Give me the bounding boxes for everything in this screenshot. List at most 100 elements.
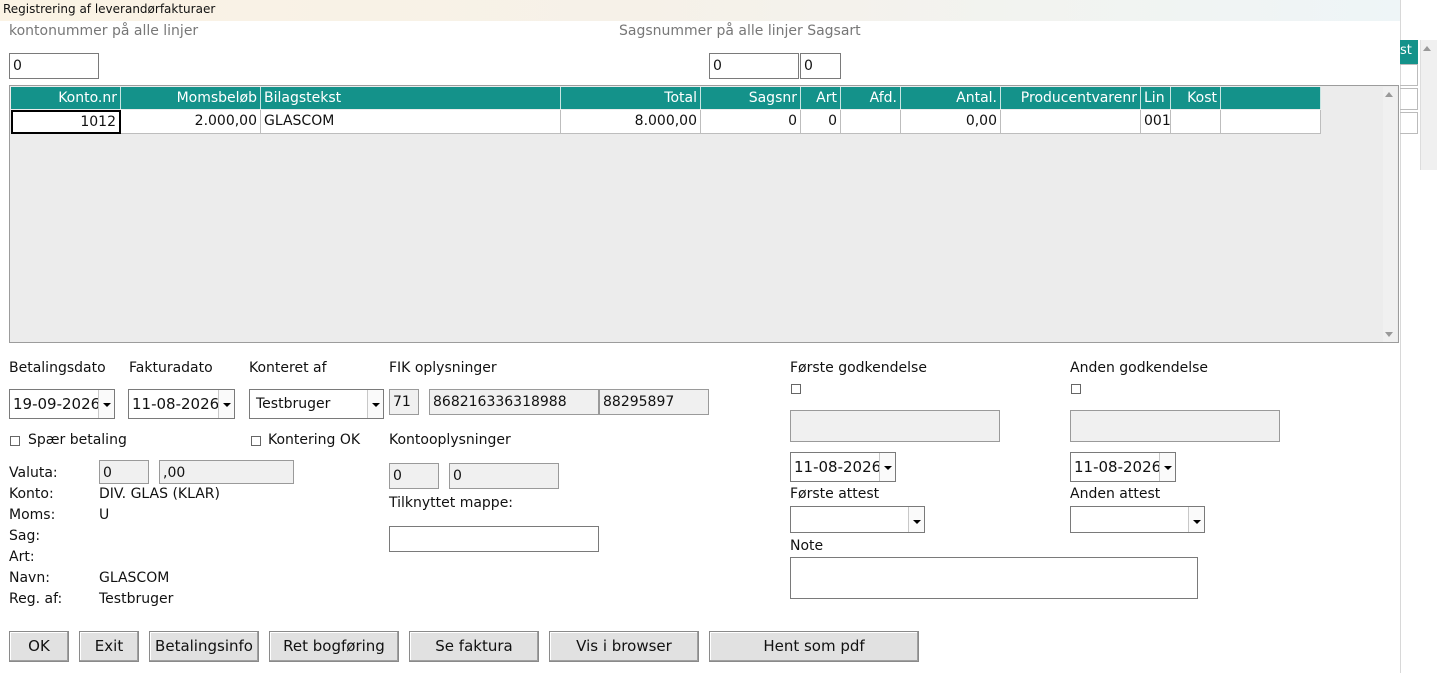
- moms-label: Moms:: [9, 507, 56, 523]
- tilknyttet-mappe-input[interactable]: [389, 526, 599, 552]
- window-title: Registrering af leverandørfakturaer: [0, 0, 1400, 21]
- col-lin[interactable]: Lin: [1141, 87, 1171, 109]
- cell-art[interactable]: 0: [801, 110, 841, 134]
- col-total[interactable]: Total: [561, 87, 701, 109]
- fakturadato-value: 11-08-2026: [132, 395, 220, 413]
- fik-number-field[interactable]: 868216336318988: [429, 389, 599, 415]
- note-input[interactable]: [790, 557, 1198, 599]
- fakturadato-picker[interactable]: 11-08-2026: [128, 389, 235, 419]
- art-label: Art:: [9, 549, 35, 565]
- valuta-label: Valuta:: [9, 465, 58, 481]
- grid-scrollbar[interactable]: [1383, 87, 1397, 342]
- foerste-date-value: 11-08-2026: [794, 458, 882, 476]
- kontonummer-input[interactable]: 0: [9, 53, 99, 79]
- sagsnummer-input[interactable]: 0: [709, 53, 799, 79]
- vis-i-browser-button[interactable]: Vis i browser: [549, 631, 699, 662]
- anden-date-picker[interactable]: 11-08-2026: [1070, 452, 1176, 482]
- col-antal[interactable]: Antal.: [901, 87, 1001, 109]
- cell-bilagstekst[interactable]: GLASCOM: [261, 110, 561, 134]
- cell-lin[interactable]: 001: [1141, 110, 1171, 134]
- invoice-lines-grid[interactable]: Konto.nr Momsbeløb Bilagstekst Total Sag…: [9, 85, 1399, 343]
- kontonummer-label: kontonummer på alle linjer: [9, 23, 199, 39]
- sagsnummer-label-text: Sagsnummer på alle linjer: [619, 23, 803, 39]
- cell-extra[interactable]: [1221, 110, 1321, 134]
- col-sagsnr[interactable]: Sagsnr: [701, 87, 801, 109]
- konteret-af-select[interactable]: Testbruger: [249, 389, 384, 419]
- tilknyttet-label: Tilknyttet mappe:: [389, 495, 514, 511]
- chevron-down-icon[interactable]: [98, 390, 114, 418]
- konteret-af-label: Konteret af: [249, 360, 327, 376]
- sagsart-label-text: Sagsart: [807, 23, 861, 39]
- fakturadato-label: Fakturadato: [129, 360, 213, 376]
- spaer-betaling-label: Spær betaling: [28, 432, 127, 448]
- cell-moms[interactable]: 2.000,00: [121, 110, 261, 134]
- chevron-down-icon[interactable]: [1159, 453, 1175, 481]
- valuta-rate-field[interactable]: ,00: [159, 460, 294, 484]
- chevron-down-icon[interactable]: [367, 390, 383, 418]
- col-bilagstekst[interactable]: Bilagstekst: [261, 87, 561, 109]
- col-konto[interactable]: Konto.nr: [11, 87, 121, 109]
- fik-code-field[interactable]: 71: [389, 389, 419, 415]
- cell-afd[interactable]: [841, 110, 901, 134]
- navn-label: Navn:: [9, 570, 50, 586]
- cell-kost[interactable]: [1171, 110, 1221, 134]
- cell-antal[interactable]: 0,00: [901, 110, 1001, 134]
- cell-sagsnr[interactable]: 0: [701, 110, 801, 134]
- col-afd[interactable]: Afd.: [841, 87, 901, 109]
- cell-producentvarenr[interactable]: [1001, 110, 1141, 134]
- foerste-godkendelse-label: Første godkendelse: [790, 360, 927, 376]
- spaer-betaling-checkbox[interactable]: [10, 436, 20, 446]
- col-kost[interactable]: Kost: [1171, 87, 1221, 109]
- table-row[interactable]: 1012 2.000,00 GLASCOM 8.000,00 0 0 0,00 …: [11, 110, 1321, 134]
- kontering-ok-label: Kontering OK: [268, 432, 361, 448]
- col-empty[interactable]: [1221, 87, 1321, 109]
- col-moms[interactable]: Momsbeløb: [121, 87, 261, 109]
- kontoopl-field-1[interactable]: 0: [389, 463, 439, 489]
- exit-button[interactable]: Exit: [79, 631, 139, 662]
- ok-button[interactable]: OK: [9, 631, 69, 662]
- col-art[interactable]: Art: [801, 87, 841, 109]
- chevron-down-icon[interactable]: [218, 390, 234, 418]
- fik-label: FIK oplysninger: [389, 360, 497, 376]
- konto-value: DIV. GLAS (KLAR): [99, 486, 220, 502]
- betalingsdato-label: Betalingsdato: [9, 360, 106, 376]
- cell-total[interactable]: 8.000,00: [561, 110, 701, 134]
- anden-godkendelse-field[interactable]: [1070, 410, 1280, 442]
- sagsart-input[interactable]: 0: [800, 53, 841, 79]
- anden-godkendelse-checkbox[interactable]: [1071, 384, 1081, 394]
- kontooplysninger-label: Kontooplysninger: [389, 432, 511, 448]
- valuta-code-field[interactable]: 0: [99, 460, 149, 484]
- regaf-value: Testbruger: [99, 591, 174, 607]
- anden-attest-select[interactable]: [1070, 506, 1205, 533]
- ret-bogfoering-button[interactable]: Ret bogføring: [269, 631, 399, 662]
- foerste-godkendelse-checkbox[interactable]: [791, 384, 801, 394]
- chevron-down-icon[interactable]: [908, 507, 924, 532]
- sagsnummer-label: Sagsnummer på alle linjer Sagsart: [619, 23, 861, 39]
- chevron-down-icon[interactable]: [1188, 507, 1204, 532]
- cell-konto[interactable]: 1012: [11, 110, 121, 134]
- sag-label: Sag:: [9, 528, 41, 544]
- col-producentvarenr[interactable]: Producentvarenr: [1001, 87, 1141, 109]
- scroll-down-icon[interactable]: [1385, 332, 1393, 337]
- foerste-date-picker[interactable]: 11-08-2026: [790, 452, 896, 482]
- fik-creditor-field[interactable]: 88295897: [599, 389, 709, 415]
- se-faktura-button[interactable]: Se faktura: [409, 631, 539, 662]
- betalingsinfo-button[interactable]: Betalingsinfo: [149, 631, 259, 662]
- background-grid-cell: [1400, 64, 1418, 86]
- scroll-up-icon[interactable]: [1385, 92, 1393, 97]
- foerste-godkendelse-field[interactable]: [790, 410, 1000, 442]
- konteret-af-value: Testbruger: [256, 396, 331, 412]
- anden-date-value: 11-08-2026: [1074, 458, 1162, 476]
- moms-value: U: [99, 507, 110, 523]
- background-grid-cell: [1400, 112, 1418, 134]
- foerste-attest-label: Første attest: [790, 486, 880, 502]
- hent-pdf-button[interactable]: Hent som pdf: [709, 631, 919, 662]
- kontering-ok-checkbox[interactable]: [251, 436, 261, 446]
- betalingsdato-value: 19-09-2026: [13, 395, 101, 413]
- background-grid-cell: [1400, 88, 1418, 110]
- kontoopl-field-2[interactable]: 0: [449, 463, 559, 489]
- foerste-attest-select[interactable]: [790, 506, 925, 533]
- konto-label: Konto:: [9, 486, 54, 502]
- betalingsdato-picker[interactable]: 19-09-2026: [9, 389, 115, 419]
- chevron-down-icon[interactable]: [879, 453, 895, 481]
